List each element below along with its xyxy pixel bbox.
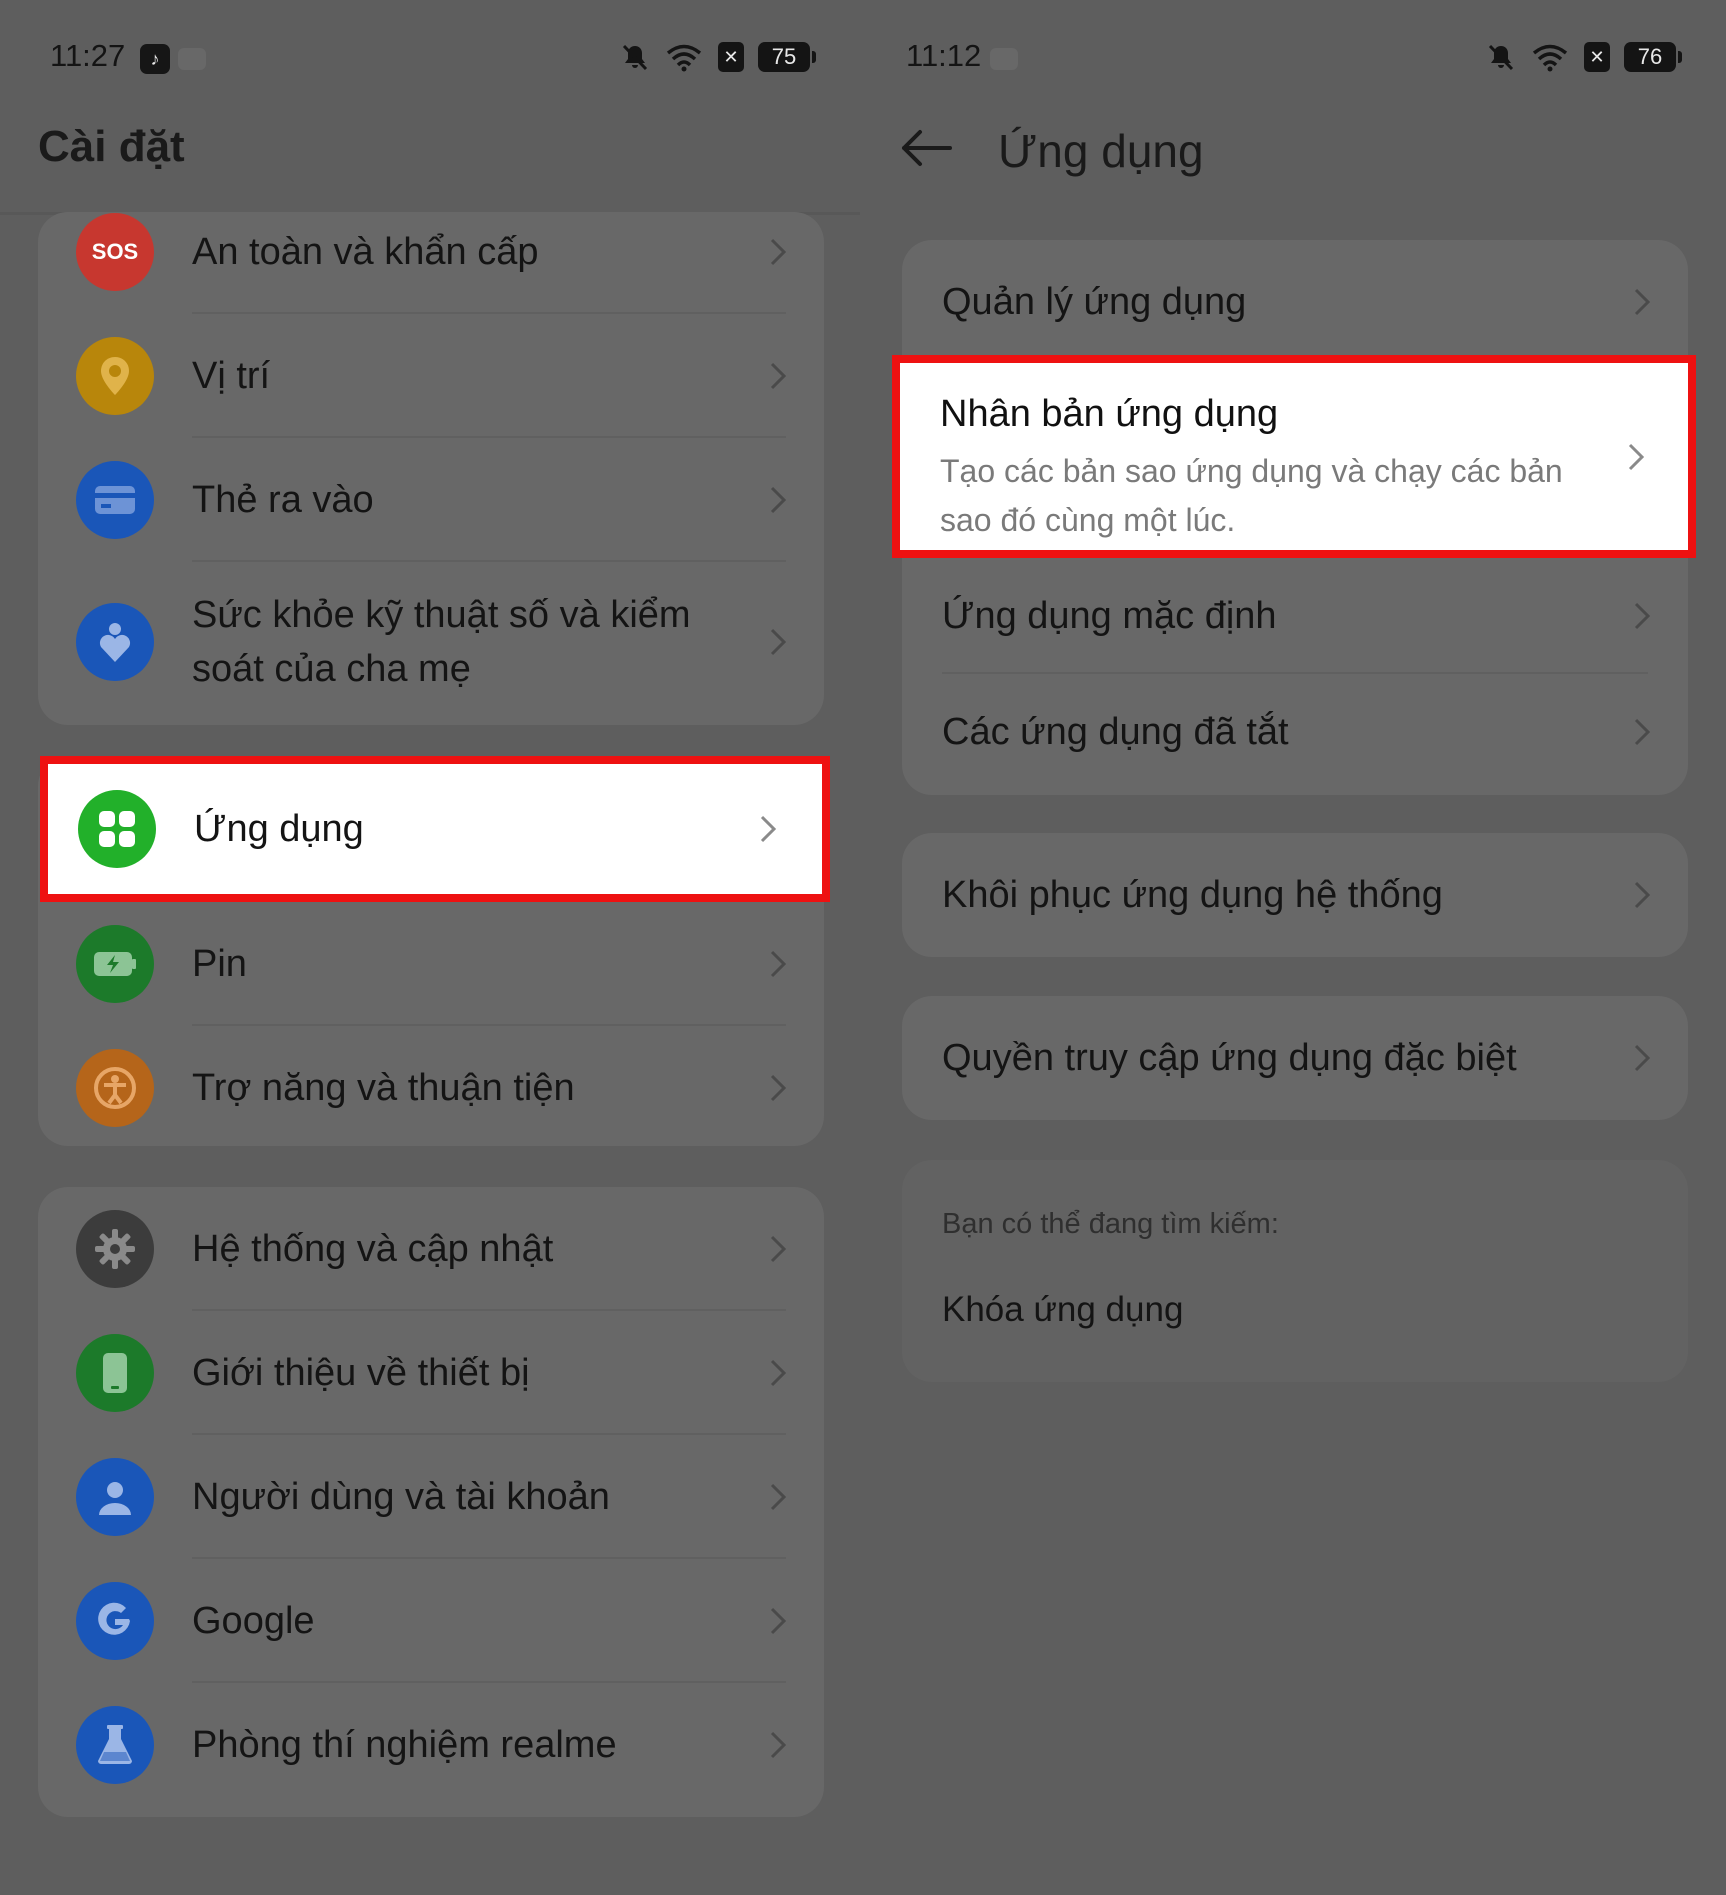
chevron-right-icon bbox=[770, 1483, 787, 1511]
gear-icon bbox=[76, 1210, 154, 1288]
settings-item-label: Phòng thí nghiệm realme bbox=[192, 1724, 617, 1766]
default-apps-item[interactable]: Ứng dụng mặc định bbox=[902, 558, 1688, 674]
bell-off-icon bbox=[1488, 44, 1514, 71]
search-suggestions: Bạn có thể đang tìm kiếm: Khóa ứng dụng bbox=[902, 1160, 1688, 1382]
settings-item-access-card[interactable]: Thẻ ra vào bbox=[38, 438, 824, 562]
notification-dots-icon bbox=[990, 48, 1018, 70]
settings-item-label: Thẻ ra vào bbox=[192, 479, 374, 521]
chevron-right-icon bbox=[1628, 443, 1645, 470]
settings-item-label: Trợ năng và thuận tiện bbox=[192, 1067, 575, 1109]
wellbeing-heart-icon bbox=[76, 603, 154, 681]
chevron-right-icon bbox=[760, 815, 777, 843]
settings-item-label: Ứng dụng bbox=[194, 808, 364, 850]
default-apps-label: Ứng dụng mặc định bbox=[942, 595, 1277, 637]
location-icon bbox=[76, 337, 154, 415]
page-title: Cài đặt bbox=[38, 122, 185, 171]
battery-indicator: 76 bbox=[1624, 42, 1682, 72]
settings-item-label: Vị trí bbox=[192, 355, 271, 397]
suggestions-heading: Bạn có thể đang tìm kiếm: bbox=[942, 1208, 1279, 1240]
status-time: 11:12 bbox=[906, 38, 982, 73]
chevron-right-icon bbox=[1634, 1044, 1651, 1072]
google-icon bbox=[76, 1582, 154, 1660]
settings-screen: 11:27 ♪ ✕ 75 Cài đặt SOS An toàn và khẩn… bbox=[0, 0, 860, 1895]
chevron-right-icon bbox=[770, 1607, 787, 1635]
wifi-icon bbox=[1532, 44, 1568, 72]
special-app-access-label: Quyền truy cập ứng dụng đặc biệt bbox=[942, 1037, 1517, 1079]
status-bar: 11:12 ✕ 76 bbox=[860, 30, 1726, 88]
settings-item-label: Pin bbox=[192, 943, 247, 985]
settings-group-system: Hệ thống và cập nhật Giới thiệu về thiết… bbox=[38, 1187, 824, 1817]
settings-item-location[interactable]: Vị trí bbox=[38, 314, 824, 438]
sim-off-icon: ✕ bbox=[1584, 42, 1610, 72]
chevron-right-icon bbox=[770, 1235, 787, 1263]
chevron-right-icon bbox=[770, 1359, 787, 1387]
settings-item-label: Sức khỏe kỹ thuật số và kiểm soát của ch… bbox=[192, 594, 691, 690]
chevron-right-icon bbox=[1634, 718, 1651, 746]
sos-icon: SOS bbox=[76, 213, 154, 291]
bell-off-icon bbox=[622, 44, 648, 71]
chevron-right-icon bbox=[770, 950, 787, 978]
app-management-item[interactable]: Quản lý ứng dụng bbox=[902, 240, 1688, 364]
page-title: Ứng dụng bbox=[998, 125, 1204, 177]
settings-item-accessibility[interactable]: Trợ năng và thuận tiện bbox=[38, 1026, 824, 1150]
settings-item-system-update[interactable]: Hệ thống và cập nhật bbox=[38, 1187, 824, 1311]
chevron-right-icon bbox=[770, 486, 787, 514]
settings-item-label: Người dùng và tài khoản bbox=[192, 1476, 610, 1518]
suggestion-app-lock[interactable]: Khóa ứng dụng bbox=[942, 1290, 1183, 1330]
tiktok-icon: ♪ bbox=[140, 44, 170, 74]
settings-item-about-device[interactable]: Giới thiệu về thiết bị bbox=[38, 1311, 824, 1435]
app-clone-description: Tạo các bản sao ứng dụng và chạy các bản… bbox=[940, 453, 1563, 538]
battery-charging-icon bbox=[76, 925, 154, 1003]
status-bar: 11:27 ♪ ✕ 75 bbox=[0, 30, 860, 88]
settings-item-digital-wellbeing[interactable]: Sức khỏe kỹ thuật số và kiểm soát của ch… bbox=[38, 562, 824, 722]
battery-indicator: 75 bbox=[758, 42, 816, 72]
chevron-right-icon bbox=[1634, 288, 1651, 316]
app-clone-item[interactable]: Nhân bản ứng dụng Tạo các bản sao ứng dụ… bbox=[892, 355, 1696, 558]
settings-item-google[interactable]: Google bbox=[38, 1559, 824, 1683]
phone-icon bbox=[76, 1334, 154, 1412]
apps-group-special: Quyền truy cập ứng dụng đặc biệt bbox=[902, 996, 1688, 1120]
apps-settings-screen: 11:12 ✕ 76 Ứng dụng Quản lý ứng dụng Ứng… bbox=[860, 0, 1726, 1895]
chevron-right-icon bbox=[1634, 602, 1651, 630]
app-clone-title: Nhân bản ứng dụng bbox=[940, 393, 1279, 435]
back-arrow-icon[interactable] bbox=[898, 124, 954, 172]
chevron-right-icon bbox=[1634, 881, 1651, 909]
chevron-right-icon bbox=[770, 628, 787, 656]
settings-item-apps[interactable]: Ứng dụng bbox=[40, 756, 830, 902]
sos-icon-text: SOS bbox=[91, 239, 139, 264]
settings-group-safety: SOS An toàn và khẩn cấp Vị trí Thẻ ra và… bbox=[38, 212, 824, 725]
settings-item-label: Google bbox=[192, 1600, 315, 1642]
apps-grid-icon bbox=[78, 790, 156, 868]
settings-item-safety[interactable]: SOS An toàn và khẩn cấp bbox=[38, 190, 824, 314]
lab-flask-icon bbox=[76, 1706, 154, 1784]
card-icon bbox=[76, 461, 154, 539]
accessibility-icon bbox=[76, 1049, 154, 1127]
settings-item-users-accounts[interactable]: Người dùng và tài khoản bbox=[38, 1435, 824, 1559]
status-time: 11:27 bbox=[50, 38, 126, 73]
settings-item-label: An toàn và khẩn cấp bbox=[192, 231, 539, 273]
wifi-icon bbox=[666, 44, 702, 72]
sim-off-icon: ✕ bbox=[718, 42, 744, 72]
restore-system-apps-item[interactable]: Khôi phục ứng dụng hệ thống bbox=[902, 833, 1688, 957]
disabled-apps-item[interactable]: Các ứng dụng đã tắt bbox=[902, 674, 1688, 790]
disabled-apps-label: Các ứng dụng đã tắt bbox=[942, 711, 1289, 753]
settings-item-realme-lab[interactable]: Phòng thí nghiệm realme bbox=[38, 1683, 824, 1807]
user-icon bbox=[76, 1458, 154, 1536]
apps-group-restore: Khôi phục ứng dụng hệ thống bbox=[902, 833, 1688, 957]
chevron-right-icon bbox=[770, 1731, 787, 1759]
settings-item-battery[interactable]: Pin bbox=[38, 902, 824, 1026]
chevron-right-icon bbox=[770, 238, 787, 266]
chevron-right-icon bbox=[770, 1074, 787, 1102]
special-app-access-item[interactable]: Quyền truy cập ứng dụng đặc biệt bbox=[902, 996, 1688, 1120]
chevron-right-icon bbox=[770, 362, 787, 390]
notification-dots-icon bbox=[178, 48, 206, 70]
settings-item-label: Giới thiệu về thiết bị bbox=[192, 1352, 530, 1394]
restore-system-apps-label: Khôi phục ứng dụng hệ thống bbox=[942, 874, 1443, 916]
settings-item-label: Hệ thống và cập nhật bbox=[192, 1228, 554, 1270]
app-management-label: Quản lý ứng dụng bbox=[942, 281, 1247, 323]
